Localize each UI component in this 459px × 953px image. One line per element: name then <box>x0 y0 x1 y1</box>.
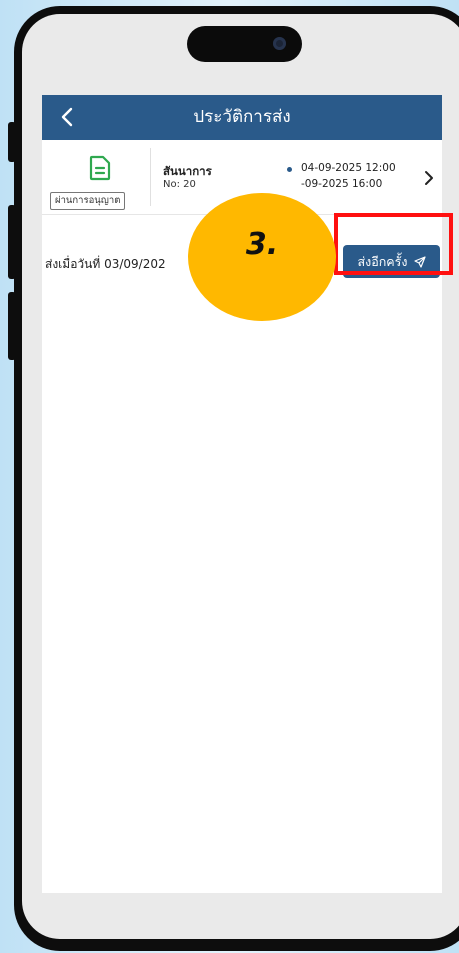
end-datetime: -09-2025 16:00 <box>301 178 383 190</box>
app-header: ประวัติการส่ง <box>42 95 442 140</box>
start-datetime: 04-09-2025 12:00 <box>301 162 396 174</box>
step-number: 3. <box>245 227 279 262</box>
phone-screen: ประวัติการส่ง ผ่านการอนุญาต สันนาการ No:… <box>22 14 459 939</box>
camera-icon <box>273 37 286 50</box>
document-icon <box>88 155 112 181</box>
sent-date-label: ส่งเมื่อวันที่ 03/09/202 <box>45 257 166 271</box>
divider <box>150 148 151 206</box>
date-dot-icon <box>287 167 292 172</box>
step-marker: 3. <box>188 193 336 321</box>
chevron-right-icon[interactable] <box>422 169 436 187</box>
document-number: No: 20 <box>163 179 196 190</box>
dynamic-island <box>187 26 302 62</box>
status-badge: ผ่านการอนุญาต <box>50 192 126 210</box>
highlight-box <box>334 213 453 275</box>
page-title: ประวัติการส่ง <box>193 107 291 127</box>
